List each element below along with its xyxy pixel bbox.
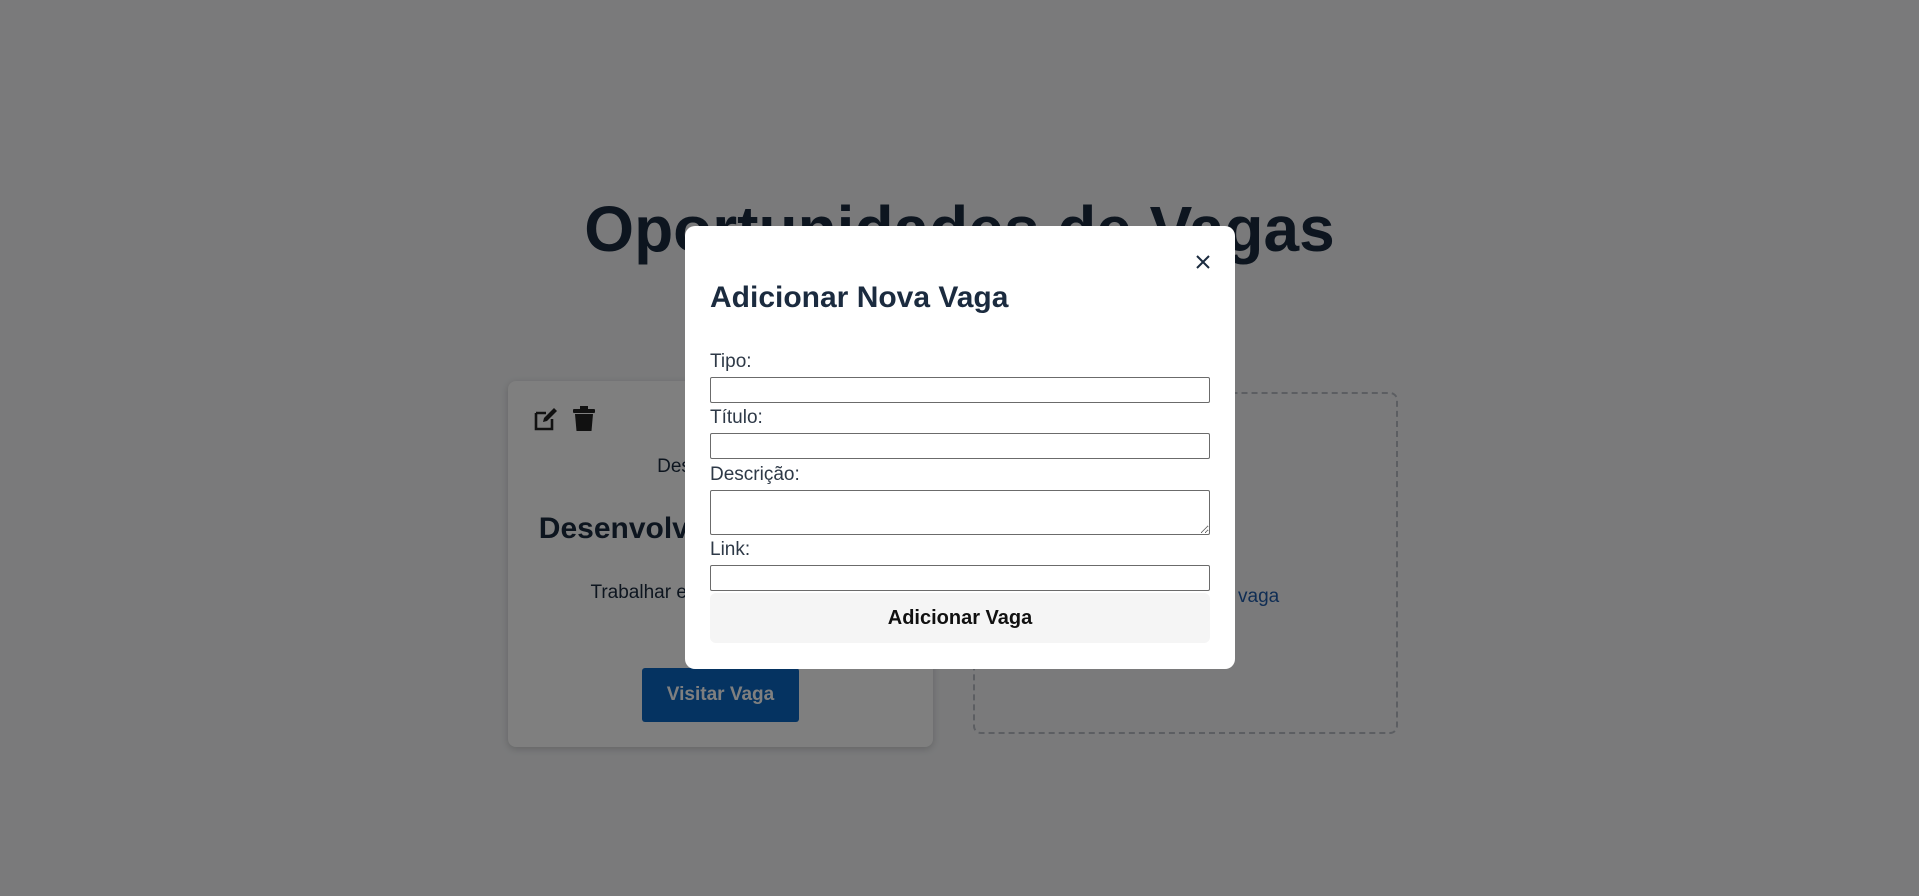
link-input[interactable] [710,565,1210,591]
add-job-modal: Adicionar Nova Vaga Tipo: Título: Descri… [685,226,1235,669]
add-job-submit-button[interactable]: Adicionar Vaga [710,593,1210,643]
titulo-label: Título: [710,407,763,428]
link-label: Link: [710,539,751,560]
tipo-label: Tipo: [710,351,752,372]
titulo-input[interactable] [710,433,1210,459]
tipo-input[interactable] [710,377,1210,403]
descricao-textarea[interactable] [710,490,1210,535]
descricao-label: Descrição: [710,464,800,485]
page: Oportunidades de Vagas Desenvolvedor Des… [0,0,1919,896]
modal-title: Adicionar Nova Vaga [710,281,1009,314]
close-icon[interactable] [1193,252,1213,272]
